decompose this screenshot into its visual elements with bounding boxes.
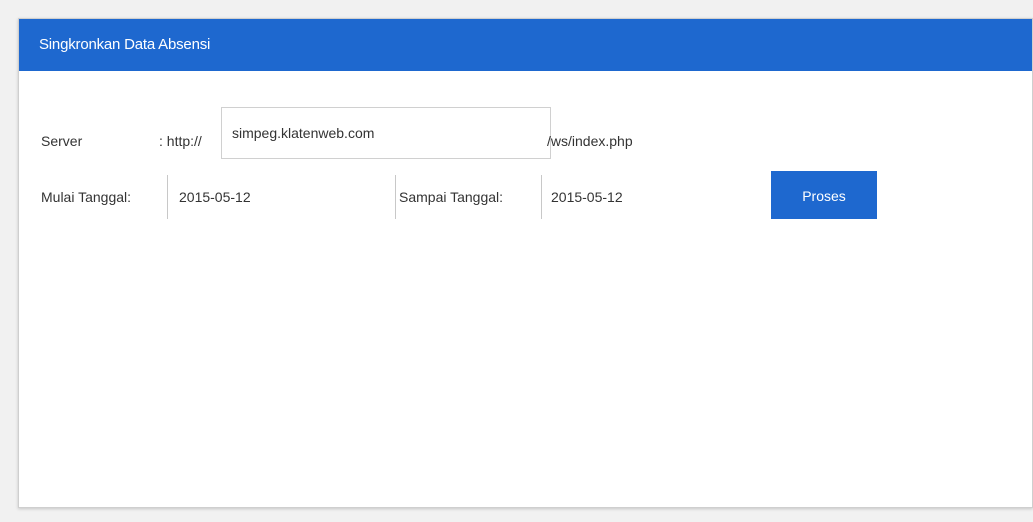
server-label: Server xyxy=(41,133,83,149)
sync-panel: Singkronkan Data Absensi Server : http:/… xyxy=(18,18,1033,508)
end-date-divider-left xyxy=(395,175,396,219)
process-button[interactable]: Proses xyxy=(771,171,877,219)
panel-title: Singkronkan Data Absensi xyxy=(19,19,1032,71)
end-date-label: Sampai Tanggal: xyxy=(399,189,504,205)
start-date-input[interactable]: 2015-05-12 xyxy=(179,189,251,205)
server-prefix: : http:// xyxy=(159,133,202,149)
start-date-divider xyxy=(167,175,168,219)
end-date-input[interactable]: 2015-05-12 xyxy=(551,189,623,205)
start-date-label: Mulai Tanggal: xyxy=(41,189,132,205)
end-date-divider xyxy=(541,175,542,219)
server-suffix: /ws/index.php xyxy=(547,133,633,149)
server-host-input[interactable] xyxy=(221,107,551,159)
